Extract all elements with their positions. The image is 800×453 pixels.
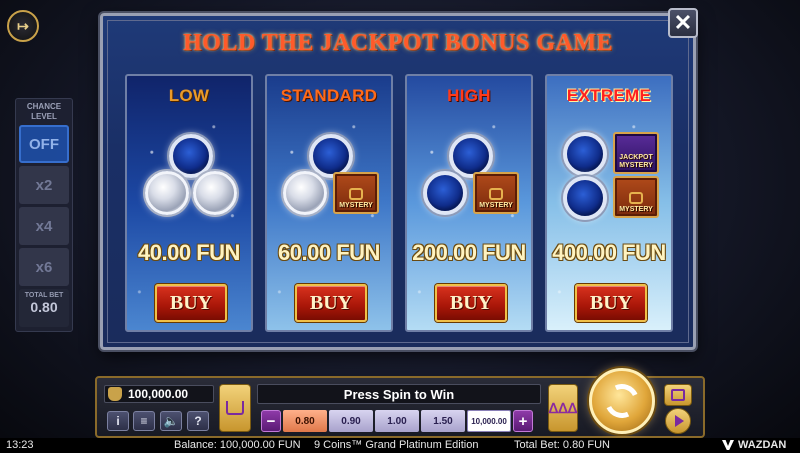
sound-icon: 🔈	[163, 414, 179, 428]
jackpot-mystery-tile-icon: JACKPOT MYSTERY	[613, 132, 659, 174]
bonus-price: 200.00 FUN	[412, 240, 526, 265]
bonus-price: 40.00 FUN	[138, 240, 240, 265]
modal-title: HOLD THE JACKPOT BONUS GAME	[182, 30, 613, 56]
bet-option[interactable]: 1.00	[375, 410, 419, 432]
buy-standard-button[interactable]: BUY	[295, 284, 367, 322]
quick-play-button[interactable]	[665, 408, 691, 434]
blue-coin-icon	[563, 132, 607, 176]
bonus-level-label: HIGH	[447, 86, 491, 105]
bet-decrease-button[interactable]: −	[261, 410, 281, 432]
exit-icon: ↦	[17, 17, 29, 34]
silver-coin-icon	[145, 171, 189, 215]
bonus-price: 400.00 FUN	[552, 240, 666, 265]
spin-icon	[600, 379, 644, 423]
bonus-card-low: LOW 40.00 FUN BUY	[125, 74, 253, 332]
autoplay-icon: ᐃᐃᐃ	[548, 399, 578, 416]
balance-display: 100,000.00	[104, 385, 214, 403]
chance-level-title: CHANCE LEVEL	[26, 102, 62, 121]
bonus-level-label: EXTREME	[566, 86, 652, 105]
bonus-level-label: LOW	[168, 86, 210, 105]
status-total-bet: Total Bet: 0.80 FUN	[514, 439, 610, 451]
bonus-buy-button[interactable]	[219, 384, 251, 432]
coin-bag-icon	[108, 387, 122, 401]
info-icon: i	[116, 414, 120, 428]
menu-icon: ≡	[140, 414, 148, 428]
mystery-tile-icon: MYSTERY	[333, 172, 379, 214]
paytable-icon	[671, 389, 685, 401]
bonus-card-extreme: EXTREME JACKPOT MYSTERY MYSTERY 400.00 F…	[545, 74, 673, 332]
bet-increase-button[interactable]: +	[513, 410, 533, 432]
bonus-buy-modal: HOLD THE JACKPOT BONUS GAME LOW 40.00 FU…	[100, 13, 696, 350]
status-bar: 13:23 Balance: 100,000.00 FUN 9 Coins™ G…	[0, 438, 800, 453]
brand-logo: WAZDAN	[738, 439, 787, 451]
play-icon	[674, 415, 684, 427]
total-bet-label: TOTAL BET	[24, 292, 64, 299]
buy-extreme-button[interactable]: BUY	[575, 284, 647, 322]
status-balance: Balance: 100,000.00 FUN	[174, 439, 301, 451]
autoplay-button[interactable]: ᐃᐃᐃ	[548, 384, 578, 432]
close-icon: ✕	[673, 10, 693, 35]
blue-coin-icon	[423, 171, 467, 215]
silver-coin-icon	[283, 171, 327, 215]
bonus-card-standard: STANDARD MYSTERY 60.00 FUN BUY	[265, 74, 393, 332]
bet-option[interactable]: 0.90	[329, 410, 373, 432]
total-bet-box: TOTAL BET 0.80	[19, 289, 69, 327]
game-name: 9 Coins™ Grand Platinum Edition	[314, 439, 479, 451]
chance-off-button[interactable]: OFF	[19, 125, 69, 163]
bet-option[interactable]: 1.50	[421, 410, 465, 432]
clock: 13:23	[6, 439, 34, 451]
mystery-tile-icon: MYSTERY	[613, 176, 659, 218]
menu-button[interactable]: ≡	[133, 411, 155, 431]
chance-x6-button[interactable]: x6	[19, 248, 69, 286]
close-modal-button[interactable]: ✕	[668, 8, 698, 38]
chance-x4-button[interactable]: x4	[19, 207, 69, 245]
bet-selector: − 0.80 0.90 1.00 1.50 10,000.00 +	[261, 409, 533, 433]
buy-low-button[interactable]: BUY	[155, 284, 227, 322]
cart-icon	[226, 401, 244, 415]
exit-button[interactable]: ↦	[7, 10, 39, 42]
game-screen: ↦ CHANCE LEVEL OFF x2 x4 x6 TOTAL BET 0.…	[0, 0, 800, 453]
balance-amount: 100,000.00	[128, 387, 189, 401]
chance-level-panel: CHANCE LEVEL OFF x2 x4 x6 TOTAL BET 0.80	[15, 98, 73, 332]
mystery-tile-icon: MYSTERY	[473, 172, 519, 214]
buy-high-button[interactable]: BUY	[435, 284, 507, 322]
silver-coin-icon	[193, 171, 237, 215]
bet-option[interactable]: 0.80	[283, 410, 327, 432]
blue-coin-icon	[563, 176, 607, 220]
message-display: Press Spin to Win	[257, 384, 541, 404]
bonus-level-label: STANDARD	[280, 86, 378, 105]
total-bet-value: 0.80	[30, 299, 58, 315]
paytable-button[interactable]	[664, 384, 692, 406]
bet-option-max[interactable]: 10,000.00	[467, 410, 511, 432]
chance-x2-button[interactable]: x2	[19, 166, 69, 204]
help-icon: ?	[194, 414, 202, 428]
bonus-price: 60.00 FUN	[278, 240, 380, 265]
sound-button[interactable]: 🔈	[160, 411, 182, 431]
info-button[interactable]: i	[107, 411, 129, 431]
help-button[interactable]: ?	[187, 411, 209, 431]
spin-button[interactable]	[589, 368, 655, 434]
bonus-card-high: HIGH MYSTERY 200.00 FUN BUY	[405, 74, 533, 332]
